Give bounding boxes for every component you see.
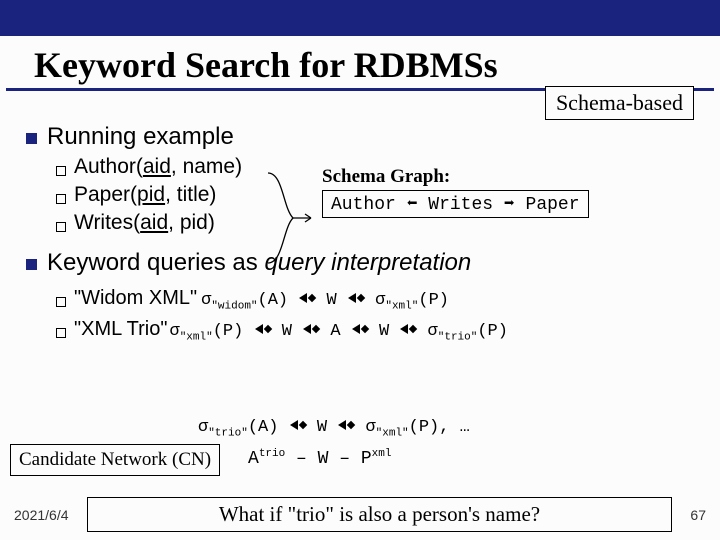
- rel-name: Writes: [74, 211, 133, 234]
- sel-arg: (A): [258, 291, 289, 310]
- schema-graph-box: Schema Graph: Author ⬅ Writes ➡ Paper: [322, 166, 589, 218]
- sel-arg: (P): [213, 322, 244, 341]
- sigma-icon: σ: [375, 291, 385, 310]
- join-icon: [347, 290, 365, 307]
- sel-arg: (P): [418, 291, 449, 310]
- sigma-sub: "trio": [208, 427, 248, 439]
- sigma-sub: "xml": [180, 332, 213, 344]
- arrow-left-icon: ⬅: [407, 195, 429, 215]
- sigma-icon: σ: [201, 291, 211, 310]
- slide-body: Running example Author(aid, name) Paper(…: [0, 93, 720, 344]
- bullet-icon: [56, 222, 66, 232]
- bullet-running-example: Running example: [22, 123, 698, 151]
- sg-author: Author: [331, 195, 396, 215]
- sigma-icon: σ: [169, 322, 179, 341]
- query-label: "XML Trio": [74, 318, 167, 341]
- join-icon: [302, 321, 320, 338]
- bullet-keyword-queries: Keyword queries as query interpretation: [22, 249, 698, 277]
- heading-text-a: Keyword queries as: [47, 249, 264, 276]
- arrow-right-icon: ➡: [504, 195, 526, 215]
- bullet-icon: [26, 259, 37, 270]
- page-number: 67: [690, 507, 706, 523]
- footer-note: What if "trio" is also a person's name?: [87, 497, 673, 532]
- query-widom-xml: "Widom XML" σ"widom"(A) W σ"xml"(P): [56, 287, 698, 312]
- rel-rest: , name): [171, 155, 242, 178]
- query-xml-trio: "XML Trio" σ"xml"(P) W A W σ"trio"(P): [56, 318, 698, 343]
- schema-graph-title: Schema Graph:: [322, 166, 589, 188]
- cn-W: W: [318, 449, 329, 469]
- bullet-icon: [56, 328, 66, 338]
- rel-A: A: [330, 322, 340, 341]
- sigma-icon: σ: [428, 322, 438, 341]
- sigma-sub: "xml": [385, 300, 418, 312]
- sigma-sub: "xml": [376, 427, 409, 439]
- join-icon: [254, 321, 272, 338]
- join-icon: [399, 321, 417, 338]
- sigma-icon: σ: [198, 418, 208, 437]
- etc: , …: [439, 418, 470, 437]
- rel-rest: , title): [165, 183, 216, 206]
- rel-key: aid: [143, 155, 171, 178]
- rel-name: Author: [74, 155, 136, 178]
- join-icon: [289, 417, 307, 434]
- rel-W: W: [282, 322, 292, 341]
- join-icon: [351, 321, 369, 338]
- sigma-sub: "trio": [438, 332, 478, 344]
- rel-rest: , pid): [168, 211, 215, 234]
- rel-key: aid: [140, 211, 168, 234]
- query-xml-trio-alt: σ"trio"(A) W σ"xml"(P), …: [198, 418, 470, 439]
- slide-title: Keyword Search for RDBMSs: [6, 36, 714, 91]
- cn-dash: –: [328, 449, 360, 469]
- sel-arg: (P): [409, 418, 440, 437]
- bullet-icon: [56, 166, 66, 176]
- cn-dash: –: [285, 449, 317, 469]
- schema-graph-relation: Author ⬅ Writes ➡ Paper: [322, 190, 589, 218]
- join-icon: [298, 290, 316, 307]
- rel-name: Paper: [74, 183, 130, 206]
- bullet-icon: [56, 297, 66, 307]
- footer: 2021/6/4 What if "trio" is also a person…: [0, 497, 720, 532]
- sel-arg: (A): [248, 418, 279, 437]
- sg-paper: Paper: [526, 195, 580, 215]
- curly-brace-icon: [263, 168, 313, 268]
- cn-P: P: [361, 449, 372, 469]
- heading-text: Running example: [47, 123, 234, 151]
- join-icon: [337, 417, 355, 434]
- sigma-sub: "widom": [211, 300, 257, 312]
- sg-writes: Writes: [428, 195, 493, 215]
- rel-W: W: [327, 291, 337, 310]
- cn-A-sup: trio: [259, 448, 285, 460]
- footer-date: 2021/6/4: [14, 507, 69, 523]
- candidate-network-expr: Atrio – W – Pxml: [248, 448, 391, 469]
- cn-P-sup: xml: [372, 448, 392, 460]
- bullet-icon: [56, 194, 66, 204]
- cn-A: A: [248, 449, 259, 469]
- rel-W: W: [317, 418, 327, 437]
- bullet-icon: [26, 133, 37, 144]
- candidate-network-badge: Candidate Network (CN): [10, 444, 220, 476]
- rel-key: pid: [137, 183, 165, 206]
- rel-W: W: [379, 322, 389, 341]
- schema-based-badge: Schema-based: [545, 86, 694, 120]
- query-label: "Widom XML": [74, 287, 197, 310]
- title-bar: [0, 0, 720, 36]
- sel-arg: (P): [477, 322, 508, 341]
- sigma-icon: σ: [365, 418, 375, 437]
